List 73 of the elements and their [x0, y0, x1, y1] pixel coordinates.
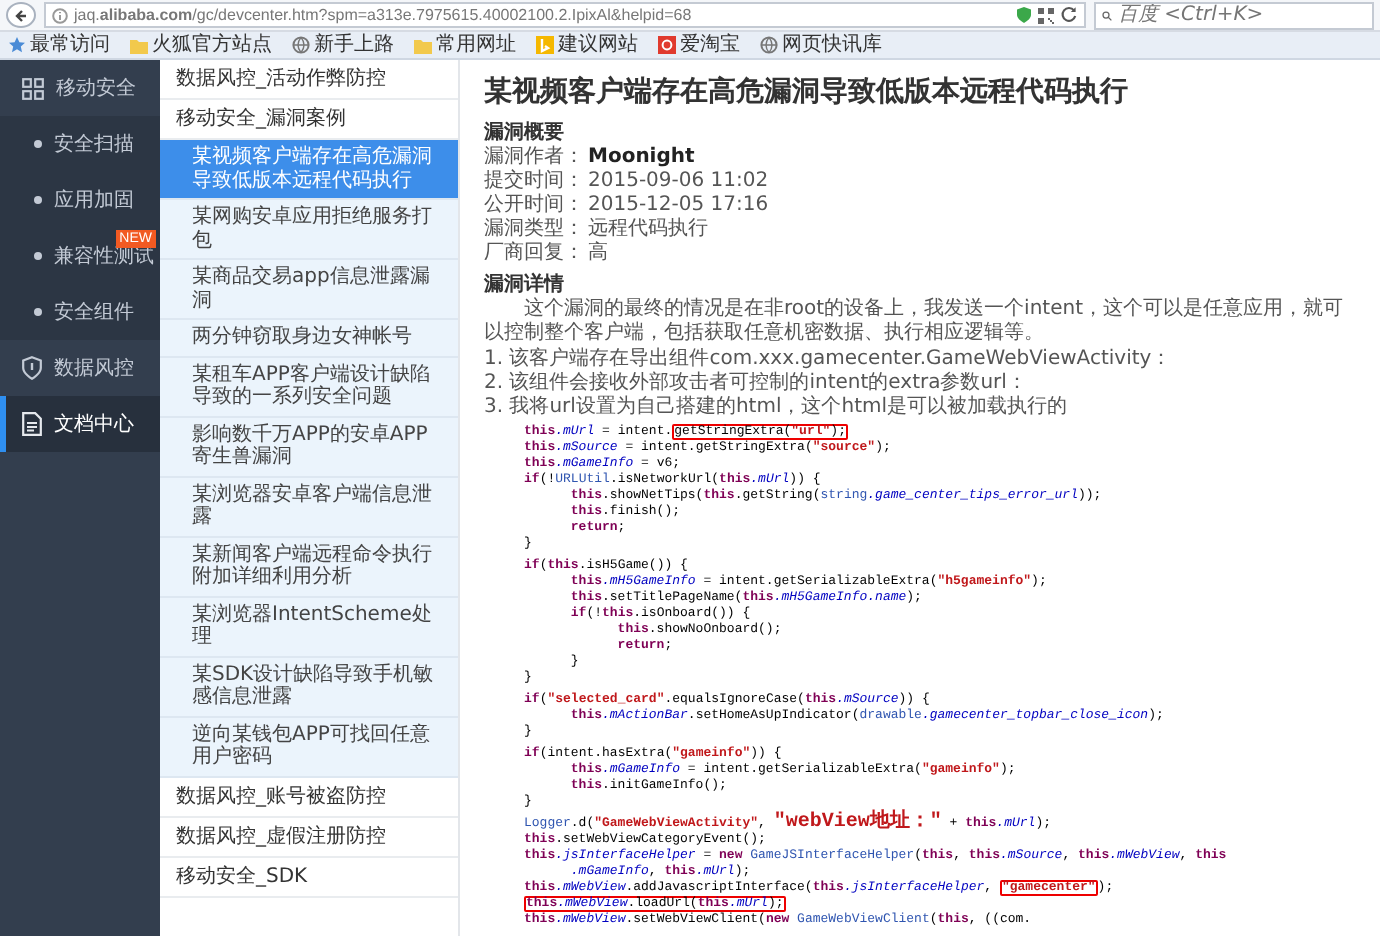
article-link[interactable]: 某租车APP客户端设计缺陷导致的一系列安全问题 — [160, 357, 458, 417]
bookmark-link[interactable]: 常用网址 — [436, 32, 516, 58]
star-icon — [8, 36, 26, 54]
document-icon — [22, 412, 42, 436]
bullet-icon — [34, 196, 42, 204]
article-link[interactable]: 某网购安卓应用拒绝服务打包 — [160, 200, 458, 260]
step-text: 3. 我将url设置为自己搭建的html，这个html是可以被加载执行的 — [484, 396, 1070, 420]
category-header[interactable]: 数据风控_活动作弊防控 — [160, 60, 458, 100]
bookmark-link[interactable]: 最常访问 — [30, 32, 110, 58]
url-text: jaq.alibaba.com/gc/devcenter.htm?spm=a313e.7975615.40002100.2.IpixAl&helpid=68 — [74, 4, 694, 26]
meta-label: 提交时间： — [484, 170, 584, 193]
article-link[interactable]: 某浏览器安卓客户端信息泄露 — [160, 477, 458, 537]
sidebar-label: 安全组件 — [54, 299, 134, 327]
back-button[interactable] — [6, 2, 36, 28]
section-heading: 漏洞详情 — [484, 274, 566, 297]
category-header[interactable]: 移动安全_SDK — [160, 857, 458, 897]
shield-icon — [22, 356, 42, 380]
bookmark-link[interactable]: 网页快讯库 — [782, 32, 882, 58]
bullet-icon — [34, 252, 42, 260]
sidebar-item[interactable]: 移动安全 — [0, 60, 160, 116]
article-title: 某视频客户端存在高危漏洞导致低版本远程代码执行 — [484, 73, 1130, 112]
sidebar-label: 应用加固 — [54, 187, 134, 215]
grid-icon — [22, 77, 44, 99]
bookmark-link[interactable]: 爱淘宝 — [680, 32, 740, 58]
meta-label: 漏洞类型： — [484, 218, 584, 241]
sidebar-label: 安全扫描 — [54, 131, 134, 159]
search-icon — [1102, 7, 1112, 23]
category-header[interactable]: 数据风控_账号被盗防控 — [160, 777, 458, 817]
category-header[interactable]: 数据风控_虚假注册防控 — [160, 817, 458, 857]
qr-code-icon[interactable] — [1038, 7, 1054, 23]
section-heading: 漏洞概要 — [484, 122, 566, 145]
article-link[interactable]: 某SDK设计缺陷导致手机敏感信息泄露 — [160, 657, 458, 717]
meta-value: Moonight — [588, 146, 695, 170]
step-text: 1. 该客户端存在导出组件com.xxx.gamecenter.GameWebViewActivity： — [484, 348, 1174, 371]
article-link[interactable]: 影响数千万APP的安卓APP寄生兽漏洞 — [160, 417, 458, 477]
sidebar-label: 数据风控 — [54, 355, 134, 383]
meta-value: 高 — [588, 242, 608, 266]
bookmark-link[interactable]: 火狐官方站点 — [152, 32, 272, 58]
step-text: 2. 该组件会接收外部攻击者可控制的intent的extra参数url： — [484, 372, 1029, 395]
bullet-icon — [34, 140, 42, 148]
article-link[interactable]: 某浏览器IntentScheme处理 — [160, 597, 458, 657]
intro-paragraph: 这个漏洞的最终的情况是在非root的设备上，我发送一个intent，这个可以是任意应用，就可以控制整个客户端，包括获取任意机密数据、执行相应逻辑等。 — [484, 298, 1345, 346]
sidebar-subitem[interactable]: 安全扫描 — [0, 116, 160, 172]
folder-icon — [130, 37, 148, 53]
info-icon — [52, 7, 68, 23]
sidebar-item[interactable]: 文档中心 — [0, 396, 160, 452]
reload-icon[interactable] — [1060, 6, 1078, 24]
bookmark-logo-icon — [536, 36, 554, 54]
sidebar-subitem[interactable]: 安全组件 — [0, 284, 160, 340]
bookmark-logo-icon — [658, 36, 676, 54]
sidebar-item[interactable]: 数据风控 — [0, 340, 160, 396]
article-link[interactable]: 两分钟窃取身边女神帐号 — [160, 320, 458, 357]
meta-label: 公开时间： — [484, 194, 584, 217]
bullet-icon — [34, 308, 42, 316]
meta-value: 远程代码执行 — [588, 218, 708, 241]
shield-icon — [1016, 6, 1032, 24]
address-bar[interactable]: jaq.alibaba.com/gc/devcenter.htm?spm=a313e.7975615.40002100.2.IpixAl&helpid=68 — [44, 2, 1086, 28]
article-link[interactable]: 某新闻客户端远程命令执行附加详细利用分析 — [160, 537, 458, 597]
sidebar-label: 文档中心 — [54, 411, 134, 439]
meta-value: 2015-09-06 11:02 — [588, 170, 769, 194]
globe-icon — [292, 36, 310, 54]
folder-icon — [414, 37, 432, 53]
sidebar-label: 移动安全 — [56, 75, 136, 103]
bookmark-link[interactable]: 新手上路 — [314, 32, 394, 58]
meta-label: 漏洞作者： — [484, 146, 584, 169]
meta-label: 厂商回复： — [484, 242, 584, 266]
back-arrow-icon — [13, 7, 29, 23]
sidebar-subitem[interactable]: 应用加固 — [0, 172, 160, 228]
meta-value: 2015-12-05 17:16 — [588, 194, 769, 217]
globe-icon — [760, 36, 778, 54]
article-link[interactable]: 某商品交易app信息泄露漏洞 — [160, 260, 458, 320]
article-link[interactable]: 逆向某钱包APP可找回任意用户密码 — [160, 717, 458, 777]
bookmark-link[interactable]: 建议网站 — [558, 32, 638, 58]
